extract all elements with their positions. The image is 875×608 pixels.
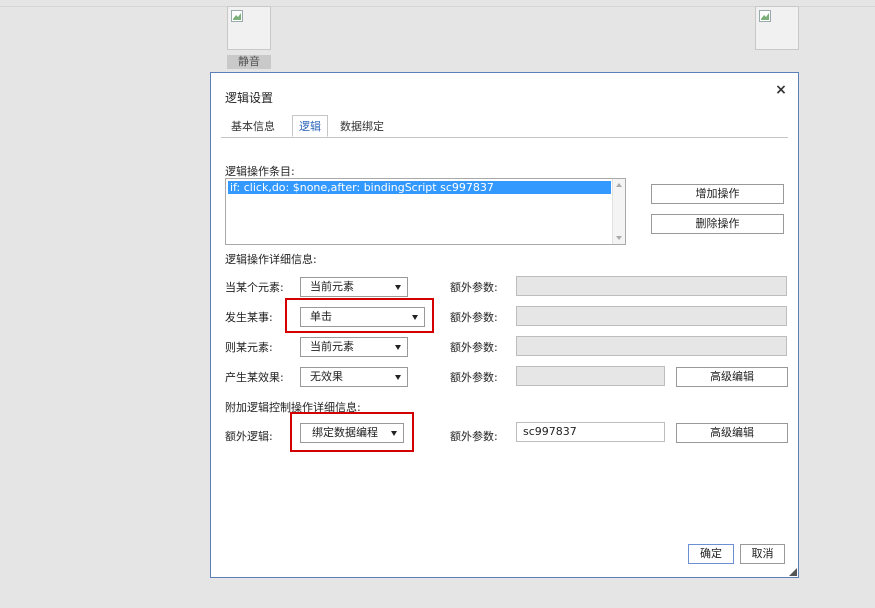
logic-items-label: 逻辑操作条目: xyxy=(225,165,295,178)
extra-param-field-3 xyxy=(516,336,787,356)
event-value: 单击 xyxy=(310,310,332,323)
scroll-down-icon[interactable] xyxy=(616,236,622,240)
delete-action-button[interactable]: 删除操作 xyxy=(651,214,784,234)
effect-select[interactable]: 无效果 xyxy=(300,367,408,387)
tab-bar: 基本信息 逻辑 数据绑定 xyxy=(221,115,788,138)
target-element-select[interactable]: 当前元素 xyxy=(300,337,408,357)
logic-settings-dialog: 逻辑设置 × 基本信息 逻辑 数据绑定 逻辑操作条目: if: click,do… xyxy=(210,72,799,578)
detail-section-label: 逻辑操作详细信息: xyxy=(225,253,317,266)
add-action-button[interactable]: 增加操作 xyxy=(651,184,784,204)
chevron-down-icon xyxy=(395,375,401,380)
resize-handle[interactable] xyxy=(789,568,797,576)
broken-image-icon xyxy=(231,10,243,22)
top-divider xyxy=(0,6,875,7)
extra-section-label: 附加逻辑控制操作详细信息: xyxy=(225,401,361,414)
extra-logic-value: 绑定数据编程 xyxy=(312,426,378,439)
broken-image-right xyxy=(755,6,799,50)
extra-param-label-4: 额外参数: xyxy=(450,371,498,384)
logic-items-list[interactable]: if: click,do: $none,after: bindingScript… xyxy=(225,178,626,245)
advanced-edit-button-effect[interactable]: 高级编辑 xyxy=(676,367,788,387)
target-element-label: 则某元素: xyxy=(225,341,273,354)
when-element-label: 当某个元素: xyxy=(225,281,284,294)
broken-image-left xyxy=(227,6,271,50)
effect-value: 无效果 xyxy=(310,370,343,383)
target-element-value: 当前元素 xyxy=(310,340,354,353)
extra-param-field-1 xyxy=(516,276,787,296)
extra-param-label-5: 额外参数: xyxy=(450,430,498,443)
effect-label: 产生某效果: xyxy=(225,371,284,384)
when-element-value: 当前元素 xyxy=(310,280,354,293)
extra-param-label-3: 额外参数: xyxy=(450,341,498,354)
extra-param-field-4 xyxy=(516,366,665,386)
event-label: 发生某事: xyxy=(225,311,273,324)
event-select[interactable]: 单击 xyxy=(300,307,425,327)
chevron-down-icon xyxy=(412,315,418,320)
extra-param-label-2: 额外参数: xyxy=(450,311,498,324)
chevron-down-icon xyxy=(395,345,401,350)
when-element-select[interactable]: 当前元素 xyxy=(300,277,408,297)
broken-image-icon xyxy=(759,10,771,22)
ok-button[interactable]: 确定 xyxy=(688,544,734,564)
chevron-down-icon xyxy=(391,431,397,436)
tab-basic-info[interactable]: 基本信息 xyxy=(225,117,281,137)
close-icon[interactable]: × xyxy=(774,83,788,97)
dialog-title: 逻辑设置 xyxy=(225,91,274,105)
tab-logic[interactable]: 逻辑 xyxy=(292,115,328,137)
extra-logic-select[interactable]: 绑定数据编程 xyxy=(300,423,404,443)
tab-data-binding[interactable]: 数据绑定 xyxy=(334,117,390,137)
mute-label: 静音 xyxy=(227,55,271,69)
cancel-button[interactable]: 取消 xyxy=(740,544,785,564)
extra-param-field-2 xyxy=(516,306,787,326)
extra-param-label-1: 额外参数: xyxy=(450,281,498,294)
advanced-edit-button-extra[interactable]: 高级编辑 xyxy=(676,423,788,443)
extra-param-field-5[interactable]: sc997837 xyxy=(516,422,665,442)
chevron-down-icon xyxy=(395,285,401,290)
scroll-up-icon[interactable] xyxy=(616,183,622,187)
list-scrollbar[interactable] xyxy=(612,179,625,244)
extra-logic-label: 额外逻辑: xyxy=(225,430,273,443)
logic-item-selected[interactable]: if: click,do: $none,after: bindingScript… xyxy=(228,181,611,194)
